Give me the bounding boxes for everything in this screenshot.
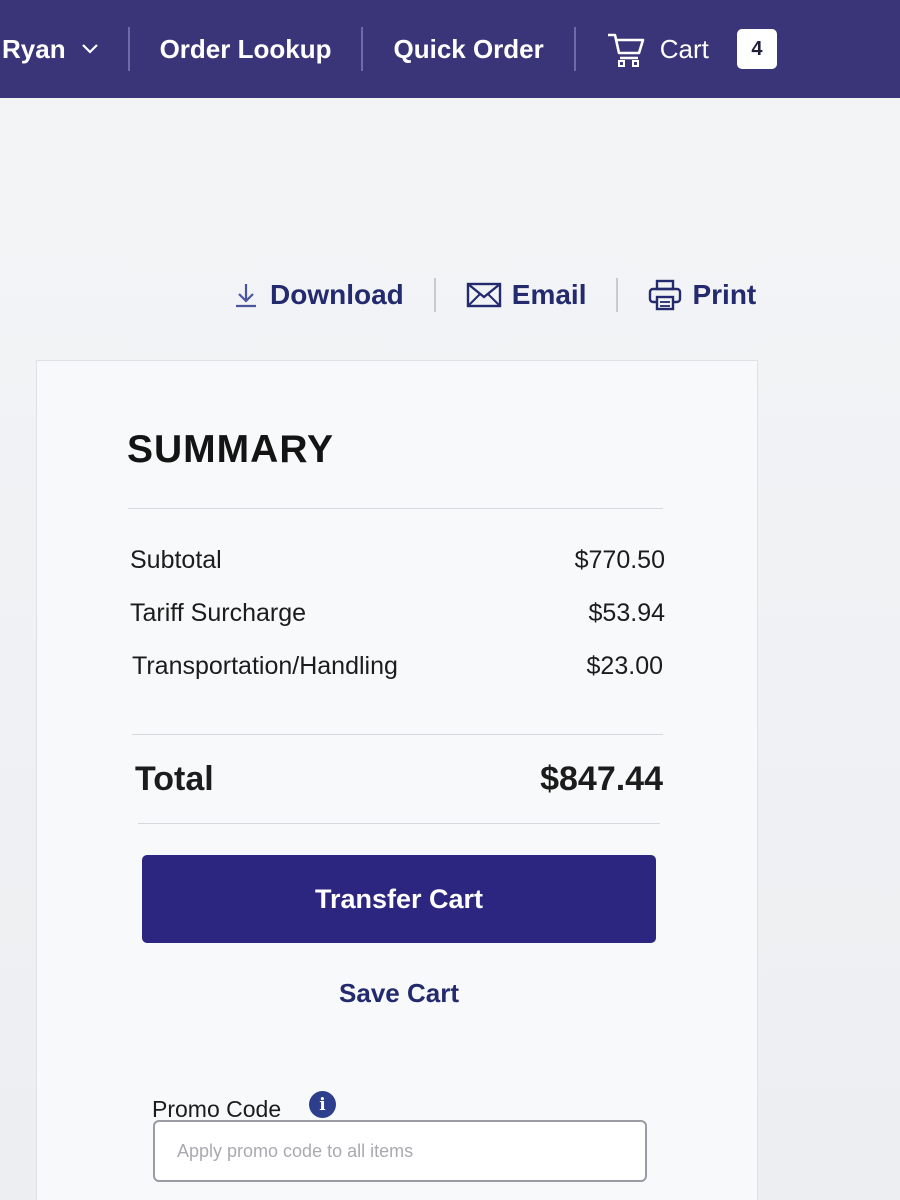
promo-code-label: Promo Code — [152, 1096, 282, 1122]
cart-link[interactable]: Cart 4 — [606, 19, 777, 79]
printer-icon — [648, 279, 682, 311]
transfer-cart-button[interactable]: Transfer Cart — [142, 855, 656, 943]
line-value: $53.94 — [588, 599, 665, 627]
print-label: Print — [692, 279, 757, 310]
total-value: $847.44 — [540, 760, 663, 798]
shopping-cart-icon — [606, 31, 646, 67]
summary-divider — [132, 734, 663, 735]
line-value: $23.00 — [586, 652, 663, 680]
email-link[interactable]: Email — [466, 279, 587, 311]
info-icon[interactable]: i — [309, 1091, 336, 1118]
download-label: Download — [270, 279, 404, 310]
summary-divider — [138, 823, 660, 824]
action-divider — [616, 278, 619, 312]
cart-count-badge: 4 — [736, 29, 777, 69]
summary-line-subtotal: Subtotal $770.50 — [130, 546, 665, 575]
summary-total: Total $847.44 — [135, 760, 663, 799]
top-nav-bar: Ryan Order Lookup Quick Order Cart 4 — [0, 0, 900, 98]
email-label: Email — [511, 279, 587, 310]
download-link[interactable]: Download — [232, 279, 404, 311]
line-label: Tariff Surcharge — [130, 599, 307, 627]
order-lookup-link[interactable]: Order Lookup — [160, 19, 332, 79]
user-menu[interactable]: Ryan — [0, 19, 98, 79]
page: Ryan Order Lookup Quick Order Cart 4 Dow… — [0, 0, 900, 1200]
nav-divider — [361, 27, 364, 71]
action-divider — [433, 278, 436, 312]
cart-label: Cart — [659, 33, 709, 64]
print-link[interactable]: Print — [648, 279, 756, 311]
save-cart-link[interactable]: Save Cart — [142, 978, 656, 1009]
summary-title: SUMMARY — [127, 428, 335, 471]
summary-divider — [128, 508, 663, 509]
chevron-down-icon — [81, 44, 98, 54]
quick-order-link[interactable]: Quick Order — [393, 19, 543, 79]
line-label: Subtotal — [130, 546, 222, 574]
line-value: $770.50 — [574, 546, 665, 574]
nav-divider — [573, 27, 576, 71]
line-label: Transportation/Handling — [132, 652, 398, 680]
user-name: Ryan — [2, 33, 66, 64]
nav-divider — [127, 27, 130, 71]
envelope-icon — [466, 282, 502, 308]
summary-line-transportation: Transportation/Handling $23.00 — [132, 652, 663, 681]
cart-actions: Download Email Print — [232, 272, 756, 318]
total-label: Total — [135, 760, 214, 798]
summary-line-tariff: Tariff Surcharge $53.94 — [130, 599, 665, 628]
download-icon — [232, 281, 260, 309]
promo-code-input[interactable] — [153, 1120, 647, 1182]
